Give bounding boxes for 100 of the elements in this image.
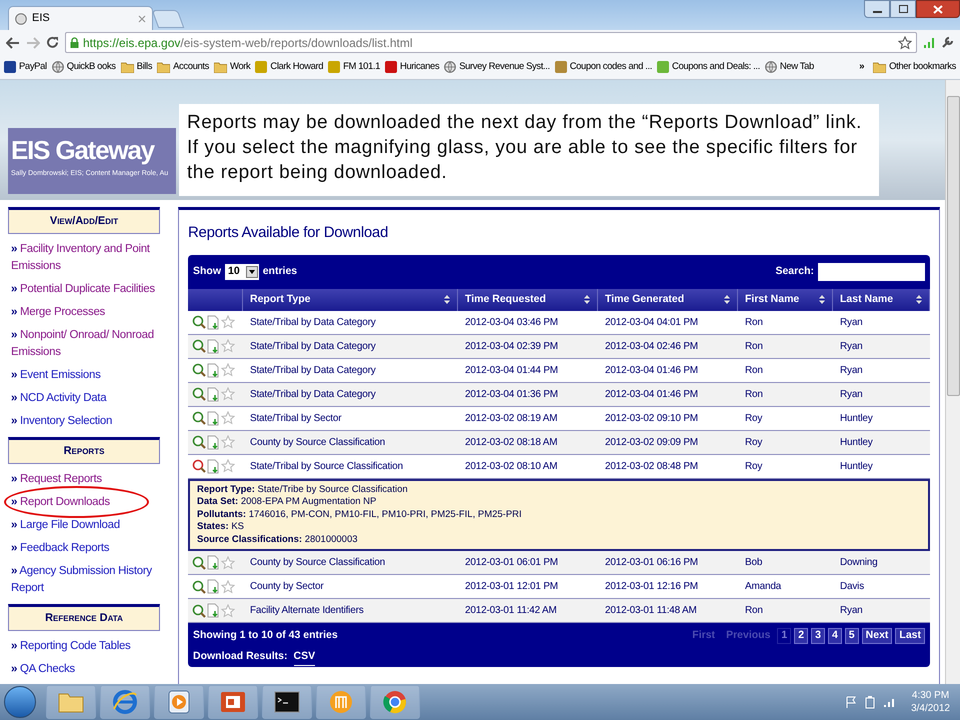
sidebar-link[interactable]: » Feedback Reports [11,540,160,557]
sidebar-link[interactable]: » Nonpoint/ Onroad/ Nonroad Emissions [11,327,160,361]
bookmark-item[interactable]: Work [214,60,250,74]
pagination-button[interactable]: 3 [811,628,825,644]
table-row[interactable]: County by Source Classification 2012-03-02 08:18 AM 2012-03-02 09:09 PM Roy Huntley [188,430,930,454]
presentation-icon[interactable] [220,690,246,714]
sidebar-link[interactable]: » NCD Activity Data [11,390,160,407]
back-icon[interactable] [6,36,20,48]
magnifier-icon[interactable] [192,580,206,594]
magnifier-icon[interactable] [192,339,206,353]
magnifier-icon[interactable] [192,363,206,377]
close-button[interactable] [916,0,960,18]
table-row[interactable]: County by Source Classification 2012-03-01 06:01 PM 2012-03-01 06:16 PM Bob Downing [188,551,930,575]
download-file-icon[interactable] [207,338,220,354]
table-cell-text: 2012-03-04 01:36 PM [464,388,559,402]
magnifier-icon[interactable] [192,387,206,401]
restore-button[interactable] [890,0,916,18]
bookmark-item[interactable]: Survey Revenue Syst... [444,60,550,74]
bookmark-star-icon[interactable] [898,36,912,50]
star-icon[interactable] [221,339,235,353]
bookmark-item[interactable]: QuickB ooks [52,60,116,74]
star-icon[interactable] [221,435,235,449]
star-icon[interactable] [221,580,235,594]
star-icon[interactable] [221,411,235,425]
sidebar-link[interactable]: » QA Checks [11,661,160,678]
sidebar-link[interactable]: » Agency Submission History Report [11,563,160,597]
table-cell-text: Ryan [839,604,864,618]
sidebar-link[interactable]: » Potential Duplicate Facilities [11,281,160,298]
table-row[interactable]: State/Tribal by Data Category 2012-03-04 02:39 PM 2012-03-04 02:46 PM Ron Ryan [188,334,930,358]
app-icon[interactable] [328,689,354,715]
pagination-button[interactable]: 5 [844,628,859,644]
download-file-icon[interactable] [207,555,220,570]
download-file-icon[interactable] [207,458,220,474]
download-file-icon[interactable] [207,362,220,378]
magnifier-icon[interactable] [192,435,206,449]
pagination-button[interactable]: 4 [828,628,842,644]
media-player-icon[interactable] [168,690,190,714]
star-icon[interactable] [221,604,235,618]
magnifier-icon[interactable] [192,459,206,473]
pagination-button[interactable]: 2 [794,628,808,644]
page-size-select[interactable]: 10 [225,264,259,280]
wrench-icon[interactable] [941,36,954,49]
pagination-button[interactable]: Last [895,628,925,644]
download-file-icon[interactable] [207,410,220,426]
table-row[interactable]: State/Tribal by Data Category 2012-03-04 01:36 PM 2012-03-04 01:46 PM Ron Ryan [188,382,930,406]
bookmark-item[interactable]: Bills [120,60,152,74]
sidebar-link[interactable]: » Request Reports [11,471,160,488]
bookmark-item[interactable]: Clark Howard [255,60,324,74]
new-tab-button[interactable] [152,10,184,28]
magnifier-icon[interactable] [192,604,206,618]
show-label: Show [193,264,221,279]
chrome-icon[interactable] [382,689,408,715]
sidebar-link[interactable]: » Facility Inventory and Point Emissions [11,241,160,275]
table-row[interactable]: State/Tribal by Sector 2012-03-02 08:19 AM 2012-03-02 09:10 PM Roy Huntley [188,406,930,430]
magnifier-icon[interactable] [192,315,206,329]
bookmark-item[interactable]: New Tab [764,60,814,74]
search-field[interactable] [818,262,925,280]
bookmark-item[interactable]: Coupons and Deals: ... [657,60,760,74]
csv-link[interactable]: CSV [294,648,316,666]
sidebar-link[interactable]: » Inventory Selection [11,413,160,430]
star-icon[interactable] [221,315,235,329]
download-file-icon[interactable] [207,314,220,330]
table-row[interactable]: State/Tribal by Source Classification 2012-03-02 08:10 AM 2012-03-02 08:48 PM Roy Huntley [188,454,930,478]
start-button[interactable] [4,686,36,718]
reload-icon[interactable] [46,36,59,49]
magnifier-icon[interactable] [192,556,206,570]
sidebar-link[interactable]: » Reporting Code Tables [11,638,160,655]
sidebar-link[interactable]: » Event Emissions [11,367,160,384]
table-row[interactable]: Facility Alternate Identifiers 2012-03-01 11:42 AM 2012-03-01 11:48 AM Ron Ryan [188,599,930,623]
address-field[interactable]: https://eis.epa.gov/eis-system-web/reports/downloads/list.html [65,32,917,53]
pagination-button[interactable]: Next [862,628,892,644]
browser-icon[interactable] [112,689,138,715]
bookmark-item[interactable]: Huricanes [385,60,440,74]
sidebar-link[interactable]: » Large File Download [11,517,160,534]
download-file-icon[interactable] [207,603,220,618]
sidebar-link[interactable]: » Merge Processes [11,304,160,321]
table-row[interactable]: State/Tribal by Data Category 2012-03-04 03:46 PM 2012-03-04 04:01 PM Ron Ryan [188,310,930,334]
bookmark-item[interactable]: Coupon codes and ... [554,60,652,74]
close-icon[interactable] [138,14,146,22]
sidebar-link[interactable]: » Report Downloads [11,494,160,511]
bookmark-item[interactable]: FM 101.1 [328,60,380,74]
folder-icon[interactable] [58,691,84,713]
bookmark-item[interactable]: Accounts [157,60,209,74]
table-row[interactable]: State/Tribal by Data Category 2012-03-04 01:44 PM 2012-03-04 01:46 PM Ron Ryan [188,358,930,382]
other-bookmarks-item[interactable]: Other bookmarks [873,60,956,74]
star-icon[interactable] [221,363,235,377]
browser-tab[interactable]: EIS [8,6,153,30]
download-file-icon[interactable] [207,434,220,450]
pagination-button[interactable]: 1 [777,628,792,644]
star-icon[interactable] [221,459,235,473]
terminal-icon[interactable] [274,691,300,713]
download-file-icon[interactable] [207,386,220,402]
minimize-button[interactable] [864,0,890,18]
download-file-icon[interactable] [207,579,220,594]
table-cell-text: State/Tribal by Data Category [249,340,377,354]
star-icon[interactable] [221,387,235,401]
bookmark-item[interactable]: PayPal [4,60,47,74]
magnifier-icon[interactable] [192,411,206,425]
more-bookmarks-button[interactable]: » [859,60,864,74]
star-icon[interactable] [221,556,235,570]
